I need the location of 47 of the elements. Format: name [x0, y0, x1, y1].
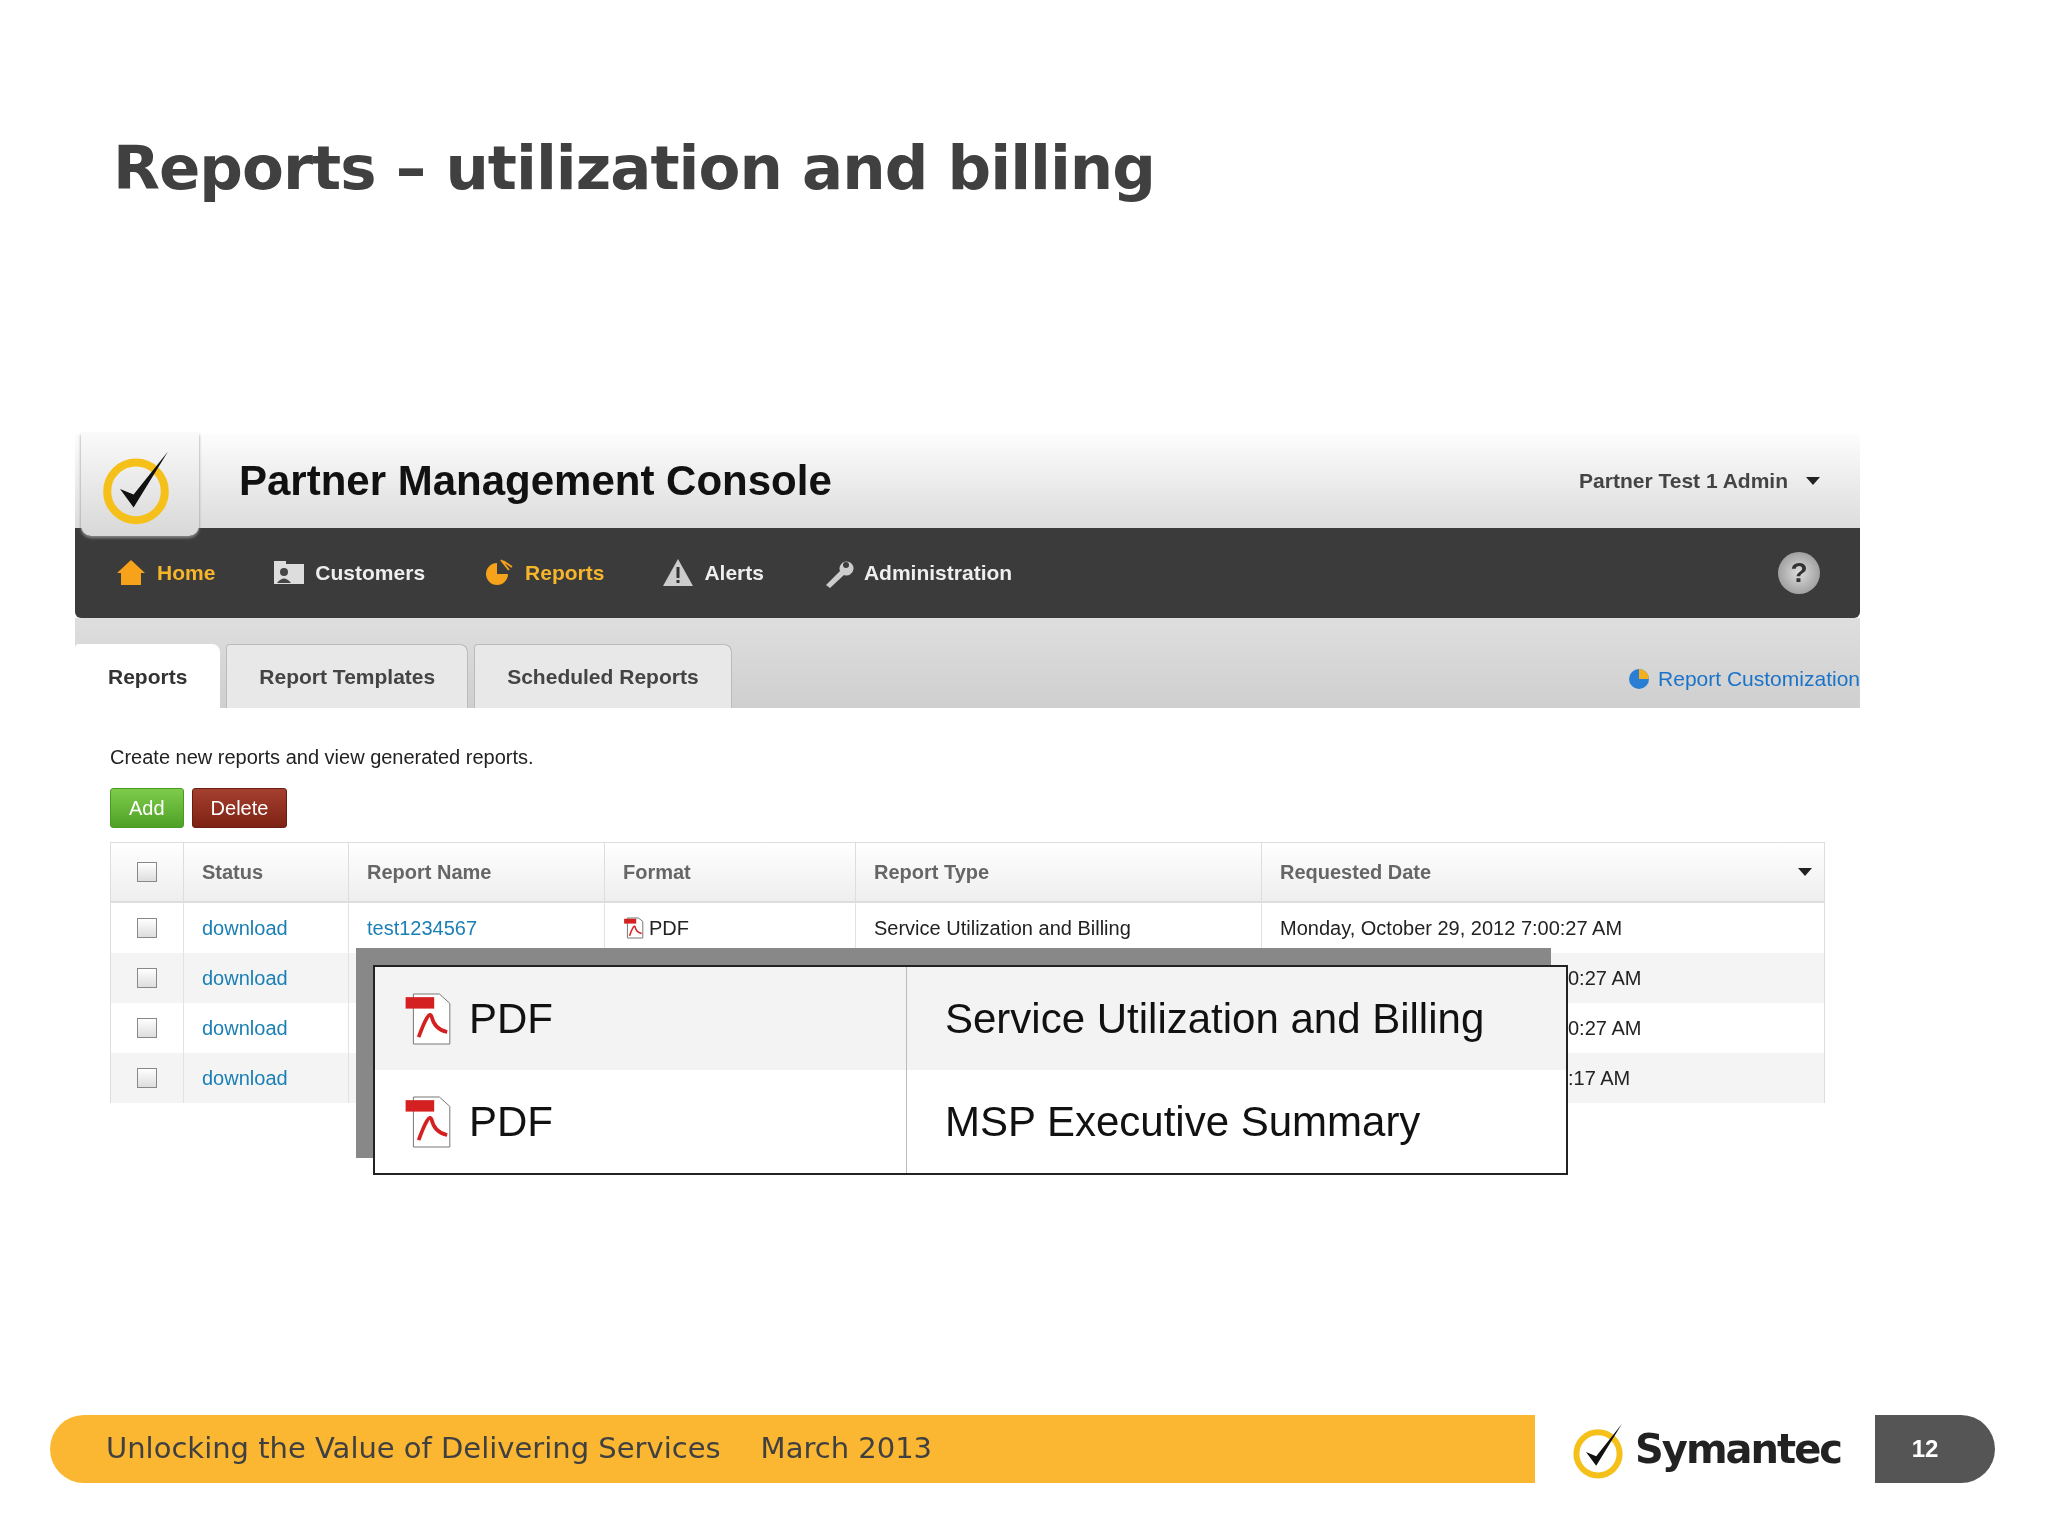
nav-item[interactable]: Home [115, 557, 216, 590]
slide-title: Reports – utilization and billing [112, 131, 1156, 202]
tab[interactable]: Scheduled Reports [474, 643, 732, 709]
table-cell-text: Monday, October 29, 2012 7:00:27 AM [1280, 916, 1623, 942]
sort-caret-icon [1798, 867, 1812, 878]
delete-button[interactable]: Delete [191, 788, 288, 829]
nav-item[interactable]: Alerts [662, 557, 764, 590]
nav-item[interactable]: Customers [273, 557, 426, 590]
column-header: Report Name [348, 843, 604, 902]
format-text: PDF [469, 1097, 553, 1148]
format-text: PDF [649, 916, 689, 942]
console-title: Partner Management Console [239, 456, 832, 507]
table-cell-text: 0:27 AM [1568, 966, 1642, 992]
column-header: Report Type [855, 843, 1261, 902]
format-text: PDF [469, 994, 553, 1045]
row-checkbox[interactable] [137, 1068, 157, 1089]
description-text: Create new reports and view generated reports. [110, 745, 535, 771]
column-header: Status [183, 843, 348, 902]
table-cell-text: 0:27 AM [1568, 1016, 1642, 1042]
column-header: Requested Date [1280, 860, 1432, 886]
brand-name: Symantec [1635, 1425, 1841, 1474]
pdf-file-icon [623, 917, 645, 940]
row-checkbox[interactable] [137, 968, 157, 989]
tab[interactable]: Report Templates [226, 643, 469, 709]
download-link[interactable]: download [202, 1013, 288, 1044]
row-checkbox[interactable] [137, 918, 157, 939]
table-cell-text: Service Utilization and Billing [874, 916, 1131, 942]
select-all-checkbox[interactable] [137, 862, 157, 883]
download-link[interactable]: download [202, 1063, 288, 1094]
download-link[interactable]: download [202, 913, 288, 944]
nav-item[interactable]: Reports [483, 557, 605, 590]
report-type-text: MSP Executive Summary [945, 1097, 1421, 1148]
globe-icon [1628, 666, 1651, 691]
footer-date: March 2013 [760, 1430, 933, 1468]
table-cell-text: :17 AM [1568, 1066, 1631, 1092]
report-name-link[interactable]: test1234567 [367, 913, 478, 944]
caret-icon [1806, 475, 1820, 486]
help-button[interactable]: ? [1778, 552, 1820, 595]
page-number: 12 [1875, 1415, 1995, 1483]
footer-text: Unlocking the Value of Delivering Services [106, 1430, 721, 1468]
report-type-text: Service Utilization and Billing [945, 994, 1485, 1045]
download-link[interactable]: download [202, 963, 288, 994]
column-header: Format [604, 843, 855, 902]
tab[interactable]: Reports [75, 643, 221, 709]
user-menu[interactable]: Partner Test 1 Admin [1573, 463, 1860, 498]
nav-item[interactable]: Administration [821, 557, 1013, 590]
row-checkbox[interactable] [137, 1018, 157, 1039]
